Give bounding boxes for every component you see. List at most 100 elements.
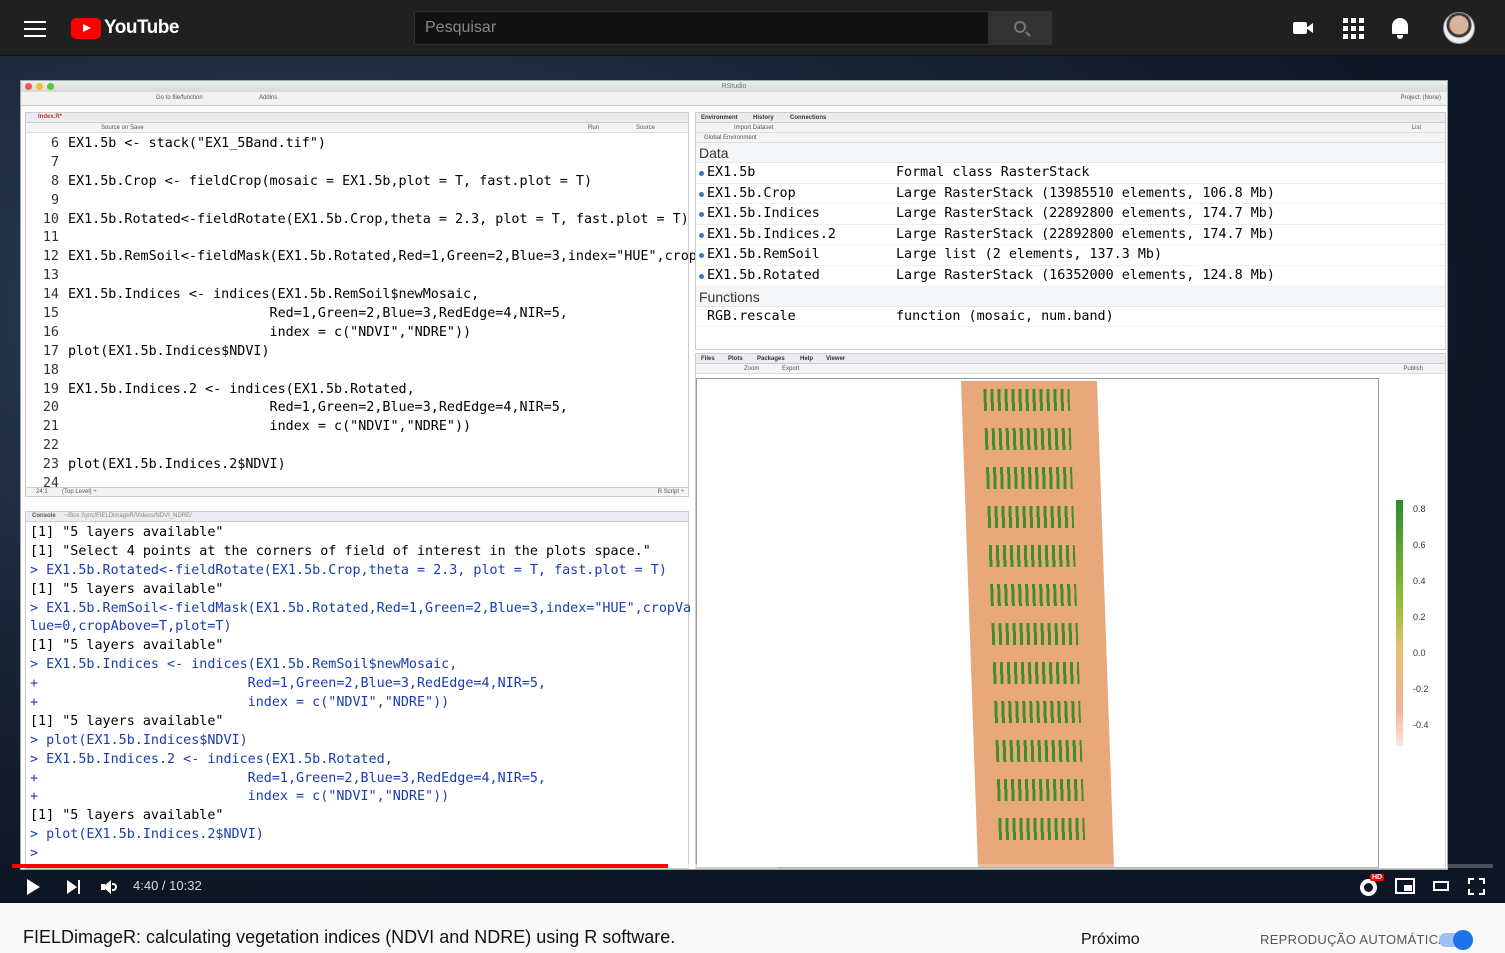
video-player[interactable]: RStudio Go to file/function Addins Proje…	[0, 56, 1505, 903]
console-tab[interactable]: Console	[32, 513, 56, 519]
theater-mode-icon[interactable]	[1433, 881, 1449, 891]
expand-dot-icon[interactable]	[699, 232, 704, 238]
env-row[interactable]: EX1.5b.Rotated Large RasterStack (1635200…	[696, 266, 1445, 287]
code-line[interactable]: 16 index = c("NDVI","NDRE"))	[26, 324, 688, 343]
publish-button[interactable]: Publish	[1403, 366, 1423, 372]
autoplay-toggle[interactable]	[1439, 930, 1473, 950]
search-button[interactable]	[988, 11, 1052, 45]
run-button[interactable]: Run	[588, 125, 599, 131]
console-pane[interactable]: Console ~/Box Sync/FIELDimageR/Videos/ND…	[25, 511, 691, 869]
import-dataset-button[interactable]: Import Dataset	[734, 125, 773, 131]
code-line[interactable]: 7	[26, 154, 688, 173]
tab-connections[interactable]: Connections	[790, 115, 826, 121]
list-mode-selector[interactable]: List	[1412, 125, 1421, 131]
code-line[interactable]: 6 EX1.5b <- stack("EX1_5Band.tif")	[26, 135, 688, 154]
env-name: RGB.rescale	[707, 308, 796, 324]
line-number: 9	[50, 192, 59, 208]
expand-dot-icon[interactable]	[699, 171, 704, 176]
code-line[interactable]: 14 EX1.5b.Indices <- indices(EX1.5b.RemSo…	[26, 286, 688, 305]
source-on-save-checkbox[interactable]: Source on Save	[101, 125, 144, 131]
code-line[interactable]: 20 Red=1,Green=2,Blue=3,RedEdge=4,NIR=5,	[26, 399, 688, 418]
code-line[interactable]: 19 EX1.5b.Indices.2 <- indices(EX1.5b.Rot…	[26, 381, 688, 400]
line-number: 16	[42, 324, 59, 340]
env-row[interactable]: RGB.rescale function (mosaic, num.band)	[696, 307, 1445, 328]
env-name: EX1.5b.Indices	[707, 206, 820, 222]
console-output[interactable]: [1] "5 layers available" [1] "Select 4 po…	[30, 524, 691, 864]
env-name: EX1.5b.Crop	[707, 185, 796, 201]
env-row[interactable]: EX1.5b Formal class RasterStack	[696, 163, 1445, 184]
code-line[interactable]: 11	[26, 229, 688, 248]
code-text: index = c("NDVI","NDRE"))	[68, 419, 472, 435]
code-line[interactable]: 8 EX1.5b.Crop <- fieldCrop(mosaic = EX1.5…	[26, 173, 688, 192]
hamburger-menu-icon[interactable]	[24, 18, 46, 37]
volume-icon[interactable]	[101, 880, 119, 894]
goto-file-input[interactable]: Go to file/function	[156, 95, 203, 101]
env-row[interactable]: EX1.5b.Indices.2 Large RasterStack (22892…	[696, 225, 1445, 246]
source-button[interactable]: Source	[636, 125, 655, 131]
code-line[interactable]: 9	[26, 192, 688, 211]
env-value: Formal class RasterStack	[896, 165, 1090, 180]
scope-dropdown[interactable]: Global Environment	[704, 135, 757, 141]
expand-dot-icon[interactable]	[699, 253, 704, 259]
line-number: 14	[42, 287, 59, 303]
play-icon[interactable]	[27, 879, 40, 895]
miniplayer-icon[interactable]	[1395, 878, 1415, 894]
code-line[interactable]: 13	[26, 267, 688, 286]
search-input[interactable]: Pesquisar	[414, 11, 989, 45]
env-name: EX1.5b.Indices.2	[707, 226, 836, 242]
expand-dot-icon[interactable]	[699, 212, 704, 218]
crop-row	[995, 740, 1083, 762]
editor-status-bar: 24:1 (Top Level) ÷ R Script ÷	[26, 487, 688, 496]
settings-gear-icon[interactable]	[1360, 879, 1377, 896]
code-line[interactable]: 21 index = c("NDVI","NDRE"))	[26, 418, 688, 437]
env-row[interactable]: EX1.5b.RemSoil Large list (2 elements, 13…	[696, 245, 1445, 266]
tab-packages[interactable]: Packages	[757, 356, 785, 362]
code-line[interactable]: 22	[26, 437, 688, 456]
tab-help[interactable]: Help	[800, 356, 813, 362]
console-line: + index = c("NDVI","NDRE"))	[30, 789, 450, 805]
crop-row	[998, 818, 1086, 840]
console-path: ~/Box Sync/FIELDimageR/Videos/NDVI_NDRE/	[64, 513, 192, 519]
env-row[interactable]: EX1.5b.Crop Large RasterStack (13985510 e…	[696, 184, 1445, 205]
code-area[interactable]: 6 EX1.5b <- stack("EX1_5Band.tif") 7 8 EX1.5…	[26, 135, 697, 494]
console-line: [1] "5 layers available"	[30, 713, 224, 729]
rstudio-toolbar: Go to file/function Addins Project: (Non…	[21, 92, 1447, 106]
next-video-icon[interactable]	[67, 880, 81, 894]
code-line[interactable]: 15 Red=1,Green=2,Blue=3,RedEdge=4,NIR=5,	[26, 305, 688, 324]
tab-history[interactable]: History	[753, 115, 774, 121]
tab-plots[interactable]: Plots	[728, 356, 743, 362]
project-menu[interactable]: Project: (None)	[1401, 95, 1441, 101]
export-menu[interactable]: Export	[782, 366, 799, 372]
youtube-logo[interactable]: YouTube	[71, 17, 179, 39]
code-line[interactable]: 10 EX1.5b.Rotated<-fieldRotate(EX1.5b.Cro…	[26, 211, 689, 230]
video-title: FIELDimageR: calculating vegetation indi…	[23, 927, 676, 947]
legend-tick-label: -0.2	[1413, 684, 1429, 694]
expand-dot-icon[interactable]	[699, 273, 704, 279]
apps-grid-icon[interactable]	[1341, 16, 1365, 40]
code-line[interactable]: 18	[26, 362, 688, 381]
fullscreen-icon[interactable]	[1468, 878, 1485, 895]
avatar[interactable]	[1443, 12, 1475, 44]
scope-selector[interactable]: (Top Level) ÷	[62, 489, 97, 495]
code-line[interactable]: 17 plot(EX1.5b.Indices$NDVI)	[26, 343, 688, 362]
line-number: 21	[42, 419, 59, 435]
tab-files[interactable]: Files	[701, 356, 715, 362]
editor-tab[interactable]: Index.R*	[38, 114, 62, 120]
console-line: > EX1.5b.Rotated<-fieldRotate(EX1.5b.Cro…	[30, 562, 667, 578]
zoom-button[interactable]: Zoom	[744, 366, 759, 372]
addins-menu[interactable]: Addins	[259, 95, 277, 101]
legend-tick-label: 0.4	[1413, 576, 1426, 586]
progress-bar[interactable]	[12, 864, 1493, 868]
code-line[interactable]: 12 EX1.5b.RemSoil<-fieldMask(EX1.5b.Rotat…	[26, 248, 697, 267]
env-row[interactable]: EX1.5b.Indices Large RasterStack (2289280…	[696, 204, 1445, 225]
create-video-icon[interactable]	[1291, 16, 1315, 40]
console-line: lue=0,cropAbove=T,plot=T)	[30, 619, 232, 635]
tab-viewer[interactable]: Viewer	[826, 356, 845, 362]
tab-environment[interactable]: Environment	[701, 115, 738, 121]
plots-pane: Files Plots Packages Help Viewer Zoom Ex…	[695, 353, 1446, 869]
file-type-selector[interactable]: R Script ÷	[658, 489, 684, 495]
code-line[interactable]: 23 plot(EX1.5b.Indices.2$NDVI)	[26, 456, 688, 475]
line-number: 13	[42, 268, 59, 284]
notifications-bell-icon[interactable]	[1389, 16, 1413, 40]
expand-dot-icon[interactable]	[699, 191, 704, 197]
